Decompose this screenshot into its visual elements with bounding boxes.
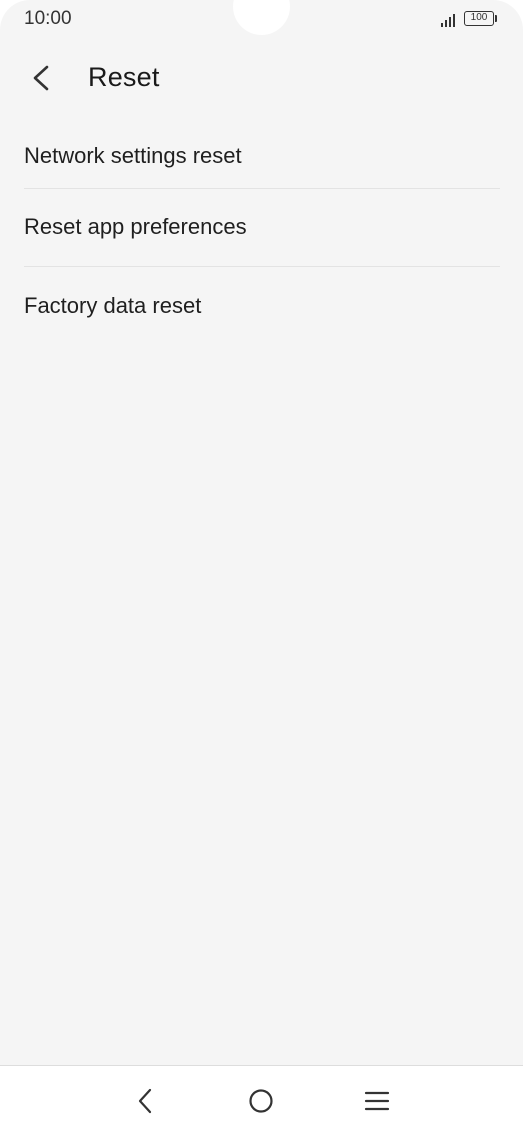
app-area: 10:00 100 Reset Network settings reset R… bbox=[0, 0, 523, 1065]
signal-icon bbox=[441, 14, 455, 27]
status-bar: 10:00 100 bbox=[0, 0, 523, 36]
nav-menu-icon[interactable] bbox=[360, 1084, 394, 1118]
factory-data-reset-label: Factory data reset bbox=[24, 293, 202, 318]
phone-screen: 10:00 100 Reset Network settings reset R… bbox=[0, 0, 523, 1134]
battery-tip bbox=[495, 15, 497, 22]
nav-home-icon[interactable] bbox=[244, 1084, 278, 1118]
back-button[interactable] bbox=[22, 58, 62, 98]
network-settings-reset-item[interactable]: Network settings reset bbox=[0, 118, 499, 188]
chevron-left-icon bbox=[33, 65, 49, 91]
reset-options-list: Network settings reset Reset app prefere… bbox=[0, 118, 523, 344]
factory-data-reset-item[interactable]: Factory data reset bbox=[0, 267, 499, 344]
reset-app-preferences-label: Reset app preferences bbox=[24, 214, 247, 239]
reset-app-preferences-item[interactable]: Reset app preferences bbox=[0, 189, 499, 266]
status-time: 10:00 bbox=[24, 8, 72, 29]
battery-icon: 100 bbox=[464, 11, 494, 26]
header: Reset bbox=[0, 50, 523, 106]
network-settings-reset-label: Network settings reset bbox=[24, 143, 242, 168]
page-title: Reset bbox=[88, 62, 160, 92]
battery-level: 100 bbox=[470, 12, 488, 23]
camera-notch bbox=[233, 0, 290, 35]
navigation-bar bbox=[0, 1065, 523, 1134]
nav-back-icon[interactable] bbox=[128, 1084, 162, 1118]
